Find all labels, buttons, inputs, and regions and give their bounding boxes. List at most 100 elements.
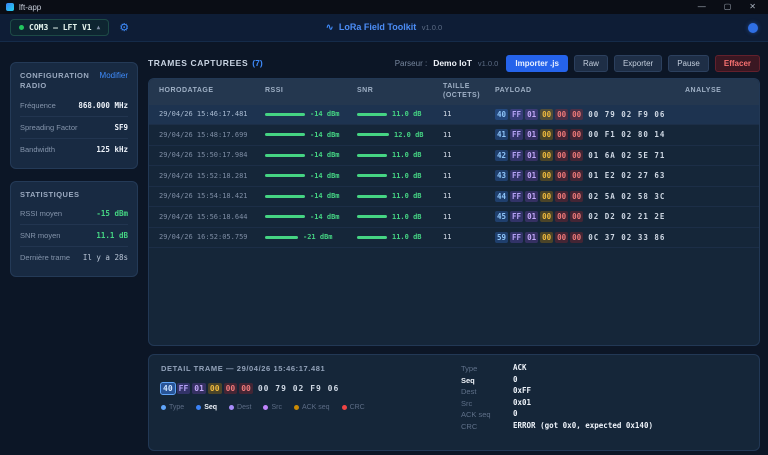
legend-dot-icon xyxy=(196,405,202,410)
byte-ackseq: 00 xyxy=(540,211,554,223)
cell-rssi: -21 dBm xyxy=(265,233,357,241)
byte-crc: 00 xyxy=(570,108,584,120)
rssi-value: -14 dBm xyxy=(310,171,340,180)
table-row[interactable]: 29/04/26 15:52:18.281 -14 dBm 11.0 dB 11 43 F… xyxy=(149,166,759,187)
legend-item-crc[interactable]: CRC xyxy=(341,404,365,411)
rssi-value: -14 dBm xyxy=(310,130,340,139)
byte-dest: FF xyxy=(510,231,524,243)
column-header-horodatage: HORODATAGE xyxy=(159,87,214,95)
cell-payload: 59 FF 01 00 00 00 0C 37 02 33 86 xyxy=(495,231,685,243)
byte-crc: 00 xyxy=(570,149,584,161)
statistics-title: STATISTIQUES xyxy=(20,189,80,199)
field-value: 0x01 xyxy=(513,397,532,407)
byte-ackseq: 00 xyxy=(540,108,554,120)
pause-button[interactable]: Pause xyxy=(668,54,709,72)
captures-toolbar: TRAMES CAPTUREES (7) Parseur : Demo IoT … xyxy=(148,52,760,74)
statistics-panel: STATISTIQUES RSSI moyen -15 dBm SNR moyen 1… xyxy=(10,180,138,278)
snr-value: 11.0 dB xyxy=(392,212,422,221)
cell-payload: 41 FF 01 00 00 00 00 F1 02 80 14 xyxy=(495,129,685,141)
byte-crc: 00 xyxy=(555,149,569,161)
table-row[interactable]: 29/04/26 15:48:17.699 -14 dBm 12.0 dB 11 41 F… xyxy=(149,125,759,146)
legend-item-src[interactable]: Src xyxy=(263,404,282,411)
kv-label: RSSI moyen xyxy=(20,209,63,219)
payload-data-bytes: 01 6A 02 5E 71 xyxy=(588,150,666,160)
captures-title: TRAMES CAPTUREES xyxy=(148,58,249,68)
byte-dest: FF xyxy=(510,170,524,182)
parser-name: Demo IoT xyxy=(433,58,472,68)
legend-item-type[interactable]: Type xyxy=(161,404,184,411)
kv-value: Il y a 28s xyxy=(82,253,128,263)
column-header-analyse: ANALYSE xyxy=(685,87,722,95)
decoded-fields: Type ACK Seq 0 Dest 0xFF Src 0x01 ACK seq 0 CRC ERR… xyxy=(461,363,653,432)
app-icon xyxy=(6,3,14,11)
byte-crc: 00 xyxy=(555,129,569,141)
cell-rssi: -14 dBm xyxy=(265,213,357,221)
close-button[interactable]: ✕ xyxy=(749,0,756,14)
legend-item-dest[interactable]: Dest xyxy=(229,404,251,411)
cell-timestamp: 29/04/26 15:54:18.421 xyxy=(159,192,248,201)
payload-data-bytes: 00 F1 02 80 14 xyxy=(588,130,666,140)
table-row[interactable]: 29/04/26 15:50:17.984 -14 dBm 11.0 dB 11 42 F… xyxy=(149,146,759,166)
rssi-bar xyxy=(265,112,305,116)
payload-data-bytes: 0C 37 02 33 86 xyxy=(588,232,666,242)
connection-status-dot xyxy=(19,25,24,30)
cell-snr: 11.0 dB xyxy=(357,213,443,221)
snr-value: 11.0 dB xyxy=(392,151,422,160)
rssi-bar xyxy=(265,235,298,239)
decoded-field-row: CRC ERROR (got 0x0, expected 0x140) xyxy=(461,421,653,431)
app-header: COM3 — LFT V1 ▲ ⚙ ∿ LoRa Field Toolkit v… xyxy=(0,14,768,42)
sidebar-kv-row: SNR moyen 11.1 dB xyxy=(20,224,128,246)
byte-crc: 00 xyxy=(555,231,569,243)
column-header-taille-octets-: TAILLE (OCTETS) xyxy=(443,83,481,99)
byte-crc: 00 xyxy=(570,170,584,182)
byte-crc: 00 xyxy=(555,108,569,120)
kv-label: Fréquence xyxy=(20,100,56,110)
captures-section: TRAMES CAPTUREES (7) Parseur : Demo IoT … xyxy=(148,52,760,451)
maximize-button[interactable]: ▢ xyxy=(724,0,732,14)
import-js-button[interactable]: Importer .js xyxy=(506,54,568,72)
byte-crc: 00 xyxy=(555,170,569,182)
modify-link[interactable]: Modifier xyxy=(100,71,128,80)
info-icon[interactable] xyxy=(748,22,758,33)
serial-port-selector[interactable]: COM3 — LFT V1 ▲ xyxy=(10,19,110,36)
field-label: ACK seq xyxy=(461,410,491,419)
cell-snr: 12.0 dB xyxy=(357,131,443,139)
kv-label: Dernière trame xyxy=(20,253,71,263)
field-label: Seq xyxy=(461,375,475,385)
snr-bar xyxy=(357,174,387,178)
radio-config-panel: CONFIGURATION RADIO Modifier Fréquence 86… xyxy=(10,62,138,169)
byte-crc: 00 xyxy=(570,231,584,243)
rssi-bar xyxy=(265,194,305,198)
byte-ackseq: 00 xyxy=(540,190,554,202)
rssi-bar xyxy=(265,174,305,178)
byte-type: 40 xyxy=(495,108,509,120)
cell-payload: 40 FF 01 00 00 00 00 79 02 F9 06 xyxy=(495,108,685,120)
byte-src: 01 xyxy=(525,108,539,120)
gear-icon[interactable]: ⚙ xyxy=(119,21,129,34)
export-button[interactable]: Exporter xyxy=(613,54,663,72)
raw-button[interactable]: Raw xyxy=(573,54,608,72)
table-row[interactable]: 29/04/26 16:52:05.759 -21 dBm 11.0 dB 11 59 F… xyxy=(149,228,759,248)
table-row[interactable]: 29/04/26 15:54:18.421 -14 dBm 11.0 dB 11 44 F… xyxy=(149,187,759,207)
field-value: 0 xyxy=(513,409,518,418)
table-row[interactable]: 29/04/26 15:46:17.481 -14 dBm 11.0 dB 11 40 F… xyxy=(149,104,759,125)
kv-label: SNR moyen xyxy=(20,231,61,241)
byte-crc: 00 xyxy=(555,211,569,223)
cell-payload: 44 FF 01 00 00 00 02 5A 02 58 3C xyxy=(495,190,685,202)
legend-item-seq[interactable]: Seq xyxy=(196,404,217,411)
rssi-value: -14 dBm xyxy=(310,192,340,201)
cell-snr: 11.0 dB xyxy=(357,192,443,200)
field-value: ACK xyxy=(513,363,527,372)
clear-button[interactable]: Effacer xyxy=(714,54,760,72)
sidebar-kv-row: Bandwidth 125 kHz xyxy=(20,137,128,160)
app-title-group: ∿ LoRa Field Toolkit v1.0.0 xyxy=(0,22,768,33)
cell-timestamp: 29/04/26 15:50:17.984 xyxy=(159,151,248,160)
table-row[interactable]: 29/04/26 15:56:18.644 -14 dBm 11.0 dB 11 45 F… xyxy=(149,207,759,228)
sidebar-kv-row: Spreading Factor SF9 xyxy=(20,115,128,138)
minimize-button[interactable]: — xyxy=(698,0,706,14)
cell-payload: 45 FF 01 00 00 00 02 D2 02 21 2E xyxy=(495,211,685,223)
legend-item-ack-seq[interactable]: ACK seq xyxy=(293,404,330,411)
cell-rssi: -14 dBm xyxy=(265,131,357,139)
byte-dest: FF xyxy=(510,190,524,202)
rssi-value: -14 dBm xyxy=(310,151,340,160)
